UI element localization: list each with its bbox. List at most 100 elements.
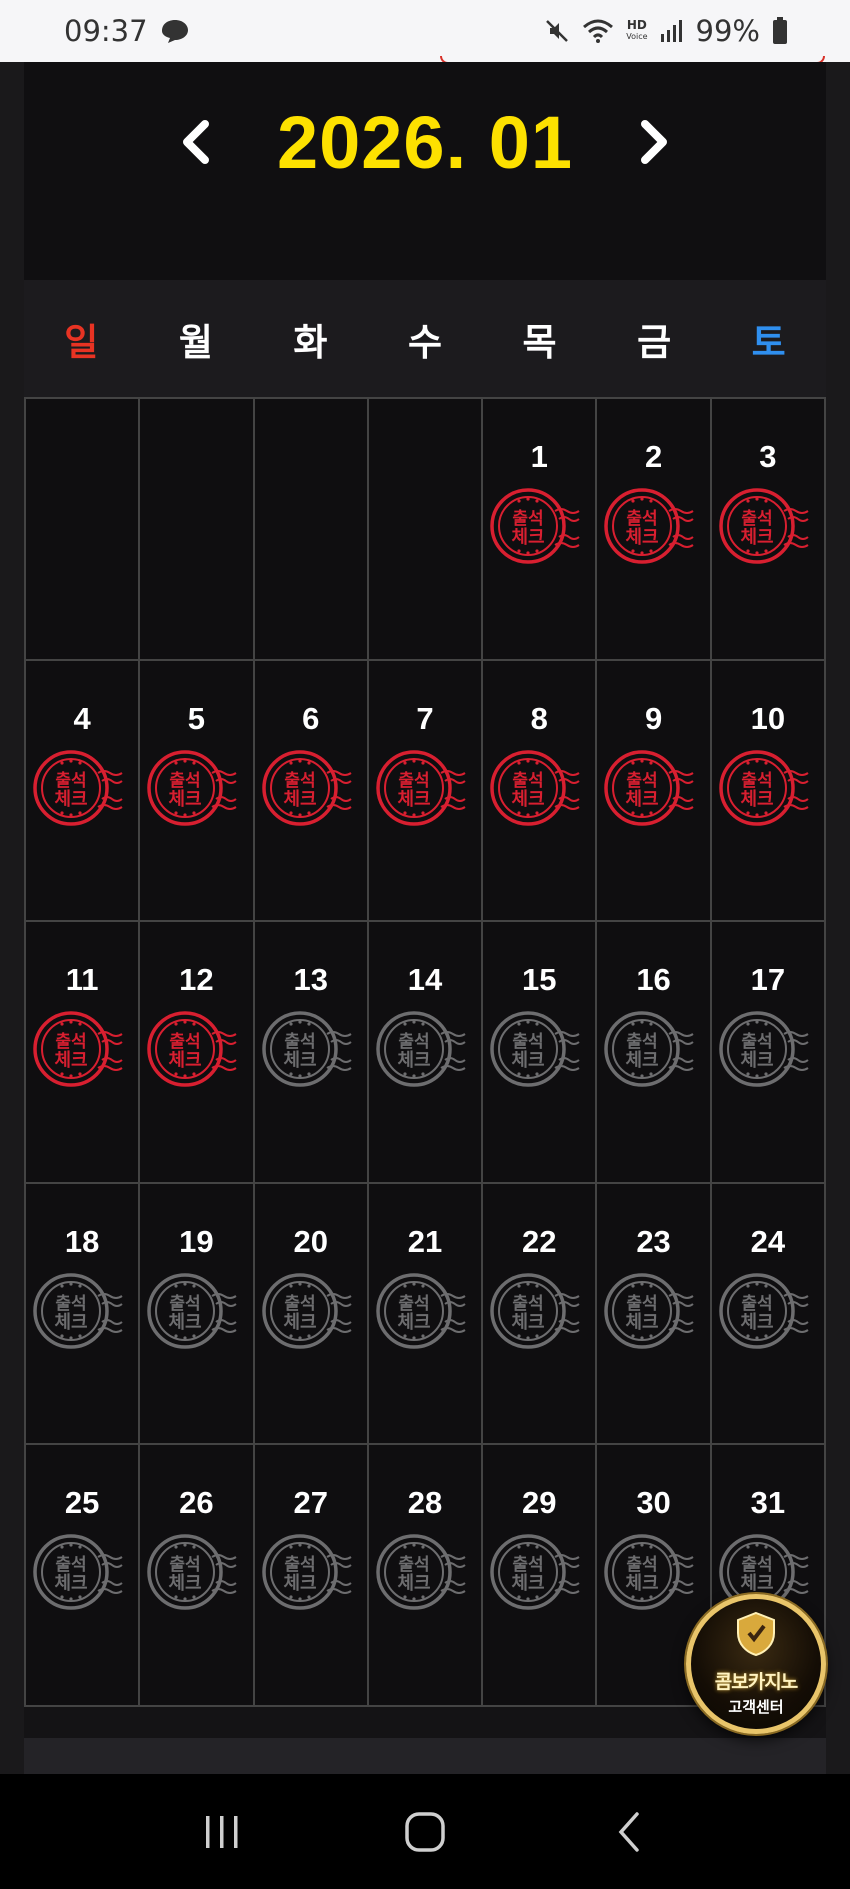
calendar-day-cell[interactable]: 22 출석 체크 [483,1183,598,1446]
stamp-text-line2: 체크 [740,789,773,810]
attendance-stamp-unchecked-icon: 출석체크 [261,1534,352,1611]
attendance-stamp-checked-icon: 출석체크 [261,749,352,826]
calendar-day-cell[interactable]: 7 출석 체크 [368,660,484,923]
calendar-day-cell[interactable]: 2 출석 체크 [597,399,712,661]
stamp-text-line1: 출석 [55,771,86,791]
weekday-fri: 금 [637,320,672,364]
stamp-text-line1: 출석 [284,1294,315,1314]
calendar-day-cell[interactable]: 21 출석 체크 [368,1183,484,1446]
weekday-tue: 화 [293,320,328,364]
weekday-thu: 목 [522,320,557,364]
home-button[interactable] [395,1802,455,1862]
calendar-day-cell[interactable]: 18 출석 체크 [26,1183,141,1446]
calendar-day-cell[interactable]: 13 출석 체크 [254,922,369,1184]
stamp-text-line2: 체크 [283,1050,316,1071]
day-number: 11 [65,962,99,998]
stamp-text-line2: 체크 [740,1573,773,1594]
attendance-stamp-unchecked-icon: 출석체크 [604,1011,695,1087]
calendar-day-cell[interactable]: 24 출석 체크 [711,1183,826,1446]
stamp-text-line2: 체크 [397,1573,430,1594]
brand-name: 콤보카지노 [714,1671,798,1693]
stamp-text-line1: 출석 [55,1294,86,1314]
stamp-text-line2: 체크 [512,1573,545,1594]
attendance-stamp-checked-icon: 출석체크 [376,749,466,826]
stamp-text-line2: 체크 [54,789,87,810]
stamp-text-line1: 출석 [170,1555,201,1575]
calendar-day-cell[interactable]: 16 출석 체크 [597,922,712,1184]
weekday-header: 일 월 화 수 목 금 토 [24,280,826,397]
calendar-grid: 1 출석 체크 2 출석 체크 3 출석 체크 4 출석 체크 5 출석 체크 6 출석 체크 7 출석 체크 8 출석 체크… [24,397,826,1707]
attendance-stamp-unchecked-icon: 출석체크 [33,1273,123,1349]
day-number: 7 [416,700,434,736]
day-number: 22 [522,1223,557,1259]
attendance-stamp-checked-icon: 출석체크 [604,749,695,826]
day-number: 28 [407,1485,443,1521]
calendar-day-cell[interactable]: 27 출석 체크 [254,1445,369,1707]
stamp-text-line1: 출석 [741,1294,772,1314]
calendar-day-cell[interactable]: 5 출석 체크 [140,660,255,923]
calendar-empty-cell [368,399,484,661]
attendance-stamp-unchecked-icon: 출석체크 [604,1273,695,1349]
stamp-text-line2: 체크 [283,789,316,810]
day-number: 1 [530,439,548,474]
calendar-day-cell[interactable]: 6 출석 체크 [254,660,369,923]
calendar-day-cell[interactable]: 14 출석 체크 [368,922,484,1184]
calendar-day-cell[interactable]: 8 출석 체크 [483,660,598,923]
stamp-text-line2: 체크 [397,1312,430,1333]
day-number: 9 [644,700,663,736]
stamp-text-line1: 출석 [284,771,315,791]
stamp-text-line2: 체크 [512,1312,545,1333]
recent-apps-button[interactable] [192,1802,252,1862]
calendar-day-cell[interactable]: 3 출석 체크 [711,399,826,661]
status-left: 09:37 [64,14,190,48]
calendar-day-cell[interactable]: 9 출석 체크 [597,660,712,923]
stamp-text-line2: 체크 [169,1050,202,1071]
calendar-day-cell[interactable]: 19 출석 체크 [140,1183,255,1446]
stamp-text-line2: 체크 [54,1312,87,1333]
day-number: 8 [530,700,548,736]
attendance-stamp-checked-icon: 출석체크 [33,749,123,826]
customer-center-button[interactable]: 콤보카지노 고객센터 [686,1594,826,1734]
calendar-day-cell[interactable]: 15 출석 체크 [483,922,598,1184]
stamp-text-line2: 체크 [512,789,545,810]
weekday-wed: 수 [407,320,443,364]
calendar-day-cell[interactable]: 23 출석 체크 [597,1183,712,1446]
calendar-day-cell[interactable]: 10 출석 체크 [711,660,826,923]
calendar-day-cell[interactable]: 29 출석 체크 [483,1445,598,1707]
chevron-right-icon [641,120,668,164]
prev-month-button[interactable] [175,114,217,170]
stamp-text-line1: 출석 [513,1032,544,1052]
stamp-text-line1: 출석 [627,1032,658,1052]
calendar-empty-cell [140,399,255,661]
attendance-stamp-unchecked-icon: 출석체크 [376,1273,466,1349]
recent-apps-icon [205,1815,238,1848]
status-right: HD Voice 99% [544,14,788,48]
attendance-stamp-checked-icon: 출석체크 [718,488,809,564]
attendance-stamp-unchecked-icon: 출석체크 [490,1273,580,1349]
stamp-text-line1: 출석 [627,509,658,529]
attendance-stamp-unchecked-icon: 출석체크 [718,1011,809,1087]
calendar-day-cell[interactable]: 28 출석 체크 [368,1445,484,1707]
day-number: 15 [522,962,557,998]
calendar-day-cell[interactable]: 1 출석 체크 [483,399,598,661]
calendar-day-cell[interactable]: 25 출석 체크 [26,1445,141,1707]
stamp-text-line2: 체크 [626,789,659,810]
calendar-day-cell[interactable]: 11 출석 체크 [26,922,141,1184]
next-month-button[interactable] [633,114,675,170]
stamp-text-line1: 출석 [513,1294,544,1314]
stamp-text-line2: 체크 [740,1312,773,1333]
attendance-calendar: 2026. 01 일 월 화 수 목 금 토 1 출석 체크 2 출석 체크 3 출석 체크 4 출… [24,62,826,1774]
calendar-day-cell[interactable]: 12 출석 체크 [140,922,255,1184]
day-number: 19 [179,1223,214,1259]
day-number: 31 [750,1485,786,1521]
attendance-stamp-checked-icon: 출석체크 [33,1011,123,1087]
calendar-day-cell[interactable]: 17 출석 체크 [711,922,826,1184]
day-number: 30 [636,1485,671,1521]
calendar-day-cell[interactable]: 20 출석 체크 [254,1183,369,1446]
calendar-day-cell[interactable]: 4 출석 체크 [26,660,141,923]
stamp-text-line2: 체크 [512,527,545,548]
calendar-day-cell[interactable]: 26 출석 체크 [140,1445,255,1707]
stamp-text-line1: 출석 [513,509,544,529]
back-button[interactable] [598,1802,658,1862]
signal-icon [660,20,682,42]
